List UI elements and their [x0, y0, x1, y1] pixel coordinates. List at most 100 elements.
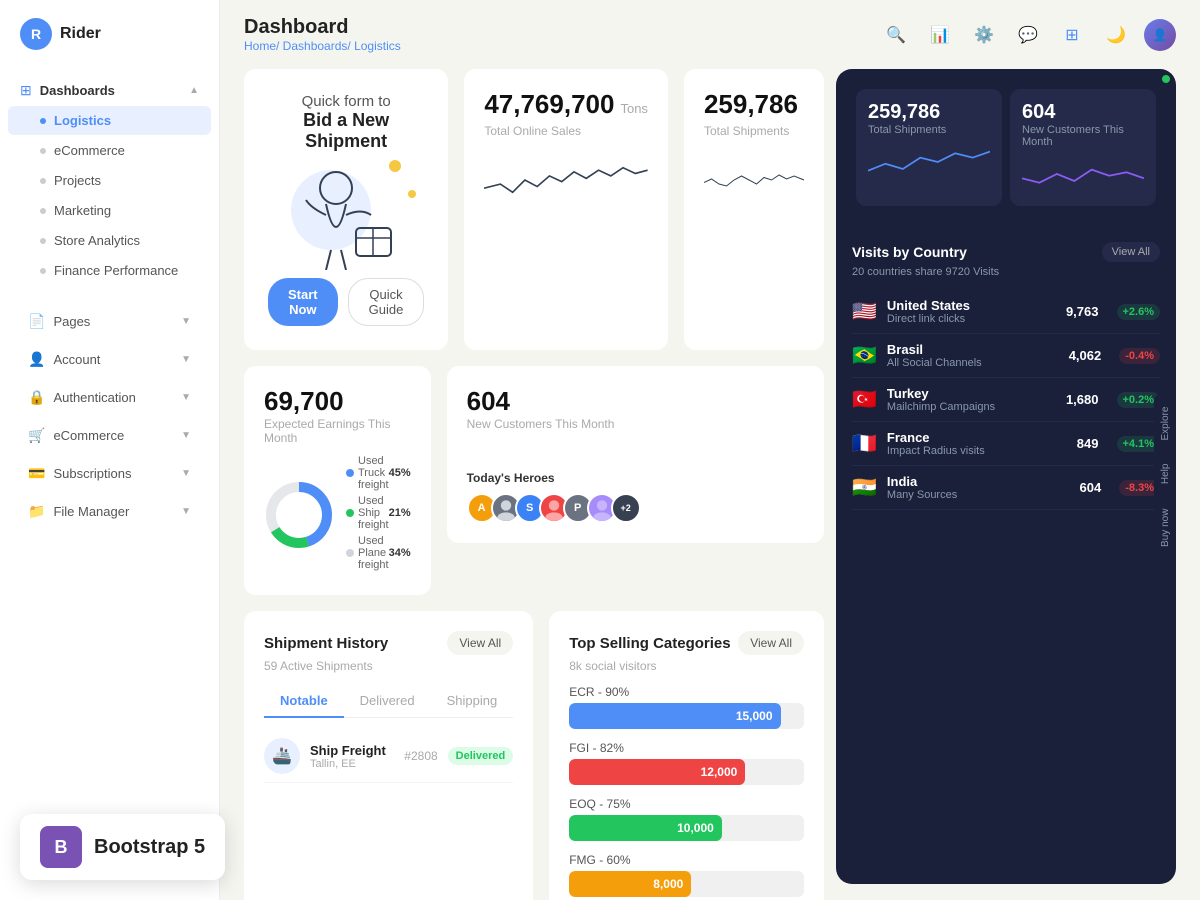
- ship-id: #2808: [404, 749, 437, 763]
- sidebar-item-store-analytics[interactable]: Store Analytics: [8, 226, 211, 255]
- sidebar-dot-logistics: [40, 118, 46, 124]
- side-tabs: Explore Help Buy now: [1154, 394, 1176, 559]
- logo-text: Rider: [60, 25, 101, 43]
- country-row-fr: 🇫🇷 France Impact Radius visits 849 +4.1%: [852, 422, 1160, 466]
- flag-br: 🇧🇷: [852, 343, 877, 368]
- sidebar-item-ecommerce2[interactable]: 🛒 eCommerce ▼: [8, 417, 211, 454]
- customers-label: New Customers This Month: [467, 417, 804, 431]
- sidebar-item-account[interactable]: 👤 Account ▼: [8, 341, 211, 378]
- dashboard-body: Quick form to Bid a New Shipment: [220, 61, 1200, 900]
- auth-icon: 🔒: [28, 389, 45, 406]
- dark-customers-sparkline: [1022, 154, 1144, 194]
- start-now-button[interactable]: Start Now: [268, 278, 338, 326]
- tab-shipping[interactable]: Shipping: [431, 685, 514, 718]
- tab-delivered[interactable]: Delivered: [344, 685, 431, 718]
- heroes-avatars: A S P +2: [467, 493, 804, 523]
- sidebar-item-logistics[interactable]: Logistics: [8, 106, 211, 135]
- bar-chart-icon[interactable]: 📊: [924, 19, 956, 51]
- country-visits-br: 4,062: [1069, 348, 1102, 363]
- subscriptions-icon: 💳: [28, 465, 45, 482]
- bootstrap-text: Bootstrap 5: [94, 836, 205, 859]
- tab-notable[interactable]: Notable: [264, 685, 344, 718]
- side-tab-explore[interactable]: Explore: [1154, 394, 1176, 452]
- visits-view-all-button[interactable]: View All: [1102, 242, 1160, 262]
- country-name-us: United States: [887, 298, 1056, 313]
- sidebar-item-file-manager[interactable]: 📁 File Manager ▼: [8, 493, 211, 530]
- total-sales-unit: Tons: [620, 101, 647, 116]
- sidebar-dot-ecommerce: [40, 148, 46, 154]
- dark-shipments-value: 259,786: [868, 101, 990, 124]
- illustration: [271, 160, 421, 270]
- country-row-in: 🇮🇳 India Many Sources 604 -8.3%: [852, 466, 1160, 510]
- sidebar-item-finance[interactable]: Finance Performance: [8, 256, 211, 285]
- dark-mode-toggle[interactable]: 🌙: [1100, 19, 1132, 51]
- sidebar-item-marketing[interactable]: Marketing: [8, 196, 211, 225]
- ship-freight-icon: 🚢: [264, 738, 300, 774]
- online-indicator: [1162, 75, 1170, 83]
- country-source-br: All Social Channels: [887, 357, 1059, 369]
- settings-icon[interactable]: ⚙️: [968, 19, 1000, 51]
- hero-avatar-more: +2: [611, 493, 641, 523]
- sidebar: R Rider ⊞ Dashboards ▲ Logistics eCommer…: [0, 0, 220, 900]
- grid-view-button[interactable]: ⊞: [1056, 19, 1088, 51]
- side-tab-help[interactable]: Help: [1154, 452, 1176, 497]
- side-tab-buy-now[interactable]: Buy now: [1154, 497, 1176, 559]
- bar-fmg: FMG - 60% 8,000: [569, 853, 804, 897]
- left-panel: Quick form to Bid a New Shipment: [244, 61, 836, 900]
- top-selling-title: Top Selling Categories: [569, 635, 730, 652]
- country-visits-tr: 1,680: [1066, 392, 1099, 407]
- freight-donut-chart: [264, 480, 334, 550]
- sidebar-item-subscriptions[interactable]: 💳 Subscriptions ▼: [8, 455, 211, 492]
- quick-guide-button[interactable]: Quick Guide: [348, 278, 425, 326]
- bar-ecr: ECR - 90% 15,000: [569, 685, 804, 729]
- quick-form-card: Quick form to Bid a New Shipment: [244, 69, 448, 350]
- country-visits-fr: 849: [1077, 436, 1099, 451]
- main-content: Dashboard Home/ Dashboards/ Logistics 🔍 …: [220, 0, 1200, 900]
- sidebar-item-authentication[interactable]: 🔒 Authentication ▼: [8, 379, 211, 416]
- ship-dot: [346, 509, 354, 517]
- person-svg: [271, 160, 421, 270]
- subscriptions-chevron-icon: ▼: [181, 468, 191, 479]
- shipments-sparkline-chart: [704, 150, 804, 210]
- sidebar-item-ecommerce[interactable]: eCommerce: [8, 136, 211, 165]
- search-button[interactable]: 🔍: [880, 19, 912, 51]
- ship-freight-legend: Used Ship freight 21%: [346, 495, 411, 531]
- country-row-br: 🇧🇷 Brasil All Social Channels 4,062 -0.4…: [852, 334, 1160, 378]
- shipment-tabs: Notable Delivered Shipping: [264, 685, 513, 718]
- customers-card: 604 New Customers This Month Today's Her…: [447, 366, 824, 543]
- total-sales-label: Total Online Sales: [484, 124, 648, 138]
- earnings-value: 69,700: [264, 386, 411, 417]
- dashboards-header[interactable]: ⊞ Dashboards ▲: [0, 72, 219, 105]
- dark-stat-customers: 604 New Customers This Month: [1010, 89, 1156, 206]
- bar-fgi: FGI - 82% 12,000: [569, 741, 804, 785]
- shipment-row: 🚢 Ship Freight Tallin, EE #2808 Delivere…: [264, 730, 513, 783]
- chat-icon[interactable]: 💬: [1012, 19, 1044, 51]
- ecommerce2-icon: 🛒: [28, 427, 45, 444]
- header: Dashboard Home/ Dashboards/ Logistics 🔍 …: [220, 0, 1200, 61]
- selling-view-all-button[interactable]: View All: [738, 631, 804, 655]
- country-change-us: +2.6%: [1117, 304, 1161, 320]
- sidebar-item-projects[interactable]: Projects: [8, 166, 211, 195]
- earnings-card: 69,700 Expected Earnings This Month: [244, 366, 431, 595]
- sidebar-dot-projects: [40, 178, 46, 184]
- ship-sub: Tallin, EE: [310, 758, 394, 770]
- country-visits-us: 9,763: [1066, 304, 1099, 319]
- top-selling-subtitle: 8k social visitors: [569, 659, 804, 673]
- bootstrap-icon: B: [40, 826, 82, 868]
- country-source-us: Direct link clicks: [887, 313, 1056, 325]
- country-source-tr: Mailchimp Campaigns: [887, 401, 1056, 413]
- sidebar-item-pages[interactable]: 📄 Pages ▼: [8, 303, 211, 340]
- sales-sparkline-chart: [484, 150, 648, 210]
- country-name-fr: France: [887, 430, 1067, 445]
- country-visits-in: 604: [1080, 480, 1102, 495]
- quick-form-title: Bid a New Shipment: [268, 110, 424, 152]
- auth-chevron-icon: ▼: [181, 392, 191, 403]
- top-cards-row: Quick form to Bid a New Shipment: [244, 69, 824, 350]
- logo[interactable]: R Rider: [0, 0, 219, 68]
- country-name-br: Brasil: [887, 342, 1059, 357]
- shipment-view-all-button[interactable]: View All: [447, 631, 513, 655]
- visits-subtitle: 20 countries share 9720 Visits: [852, 266, 1160, 278]
- plane-freight-legend: Used Plane freight 34%: [346, 535, 411, 571]
- avatar[interactable]: 👤: [1144, 19, 1176, 51]
- dashboards-chevron-icon: ▲: [189, 85, 199, 96]
